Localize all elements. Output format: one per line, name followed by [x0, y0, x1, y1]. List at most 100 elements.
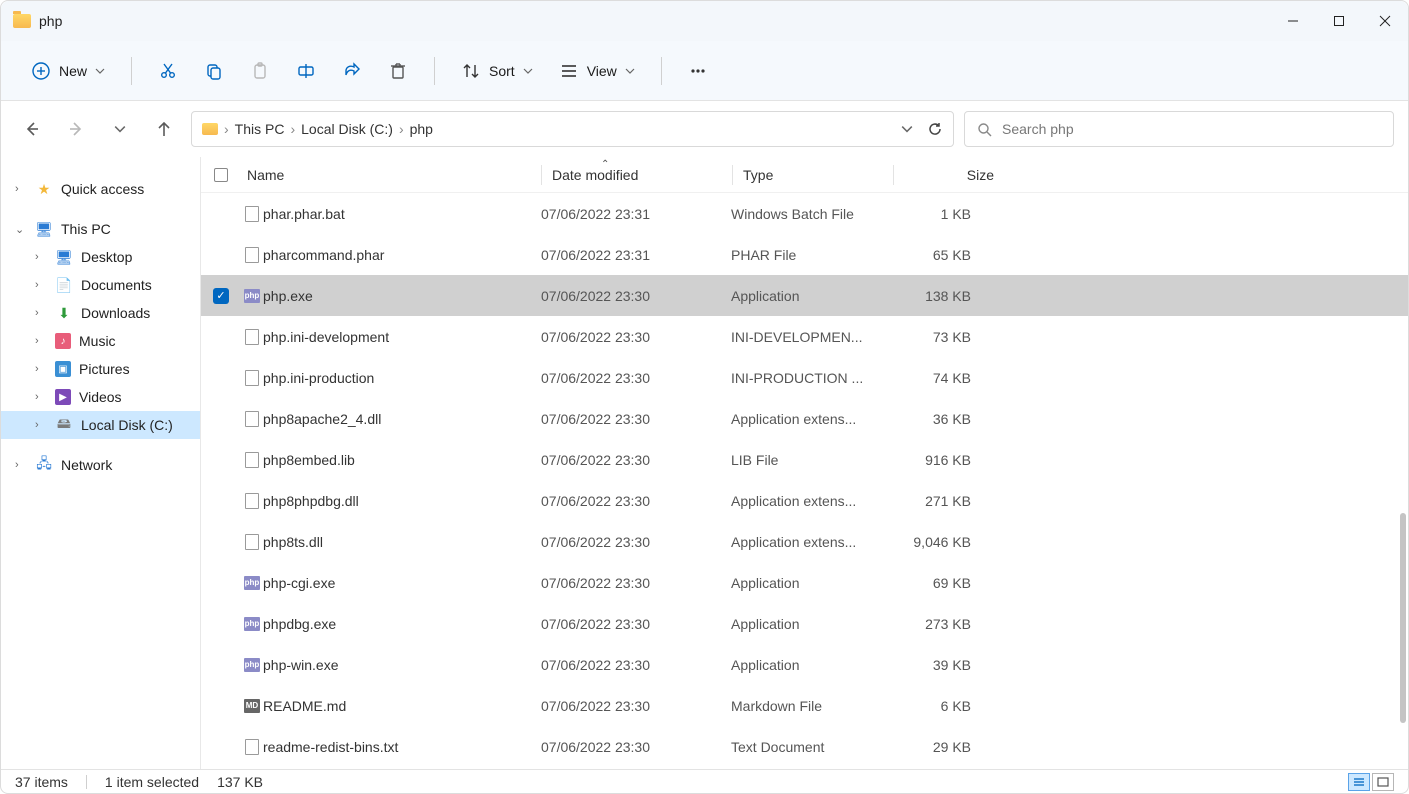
file-date: 07/06/2022 23:31	[541, 206, 731, 222]
file-row[interactable]: ✓php8phpdbg.dll07/06/2022 23:30Applicati…	[201, 480, 1408, 521]
file-row[interactable]: ✓pharcommand.phar07/06/2022 23:31PHAR Fi…	[201, 234, 1408, 275]
document-icon	[245, 493, 259, 509]
file-type: Application extens...	[731, 411, 891, 427]
file-date: 07/06/2022 23:30	[541, 534, 731, 550]
file-rows: ✓phar.phar.bat07/06/2022 23:31Windows Ba…	[201, 193, 1408, 769]
file-row[interactable]: ✓php8apache2_4.dll07/06/2022 23:30Applic…	[201, 398, 1408, 439]
file-date: 07/06/2022 23:30	[541, 657, 731, 673]
paste-button[interactable]	[240, 55, 280, 87]
chevron-right-icon: ›	[399, 121, 404, 137]
breadcrumb-drive[interactable]: Local Disk (C:)	[301, 121, 393, 137]
search-box[interactable]: Search php	[964, 111, 1394, 147]
file-name: phpdbg.exe	[263, 616, 541, 632]
breadcrumb-folder[interactable]: php	[410, 121, 433, 137]
file-name: php.ini-development	[263, 329, 541, 345]
sidebar-pictures[interactable]: › ▣ Pictures	[1, 355, 200, 383]
chevron-right-icon: ›	[290, 121, 295, 137]
maximize-button[interactable]	[1316, 1, 1362, 41]
row-checkbox[interactable]: ✓	[201, 288, 241, 304]
sidebar-documents[interactable]: › 📄 Documents	[1, 271, 200, 299]
file-row[interactable]: ✓phar.phar.bat07/06/2022 23:31Windows Ba…	[201, 193, 1408, 234]
sidebar-music[interactable]: › ♪ Music	[1, 327, 200, 355]
document-icon	[245, 411, 259, 427]
new-button[interactable]: New	[21, 55, 115, 87]
document-icon	[245, 329, 259, 345]
paste-icon	[250, 61, 270, 81]
sidebar-videos[interactable]: › ▶ Videos	[1, 383, 200, 411]
scrollbar-thumb[interactable]	[1400, 513, 1406, 723]
chevron-right-icon: ›	[224, 121, 229, 137]
body: › ★ Quick access ⌄ 🖥 This PC › 🖥 Desktop…	[1, 157, 1408, 769]
sort-icon	[461, 61, 481, 81]
column-header-name[interactable]: Name	[241, 167, 541, 183]
sidebar-downloads[interactable]: › ⬇ Downloads	[1, 299, 200, 327]
file-size: 69 KB	[891, 575, 981, 591]
file-row[interactable]: ✓php8ts.dll07/06/2022 23:30Application e…	[201, 521, 1408, 562]
sidebar-quick-access[interactable]: › ★ Quick access	[1, 175, 200, 203]
document-icon	[245, 452, 259, 468]
address-bar[interactable]: › This PC › Local Disk (C:) › php	[191, 111, 954, 147]
delete-button[interactable]	[378, 55, 418, 87]
details-view-button[interactable]	[1348, 773, 1370, 791]
rename-button[interactable]	[286, 55, 326, 87]
close-button[interactable]	[1362, 1, 1408, 41]
sidebar-network[interactable]: › 🖧 Network	[1, 451, 200, 479]
status-total-items: 37 items	[15, 774, 68, 790]
disk-icon: 🖴	[55, 417, 73, 433]
file-name: pharcommand.phar	[263, 247, 541, 263]
ellipsis-icon	[688, 61, 708, 81]
file-name: php-cgi.exe	[263, 575, 541, 591]
document-icon	[245, 247, 259, 263]
file-date: 07/06/2022 23:31	[541, 247, 731, 263]
file-type: PHAR File	[731, 247, 891, 263]
file-row[interactable]: ✓phpphpdbg.exe07/06/2022 23:30Applicatio…	[201, 603, 1408, 644]
column-header-checkbox[interactable]	[201, 168, 241, 182]
column-header-type[interactable]: Type	[743, 167, 893, 183]
file-row[interactable]: ✓readme-redist-bins.txt07/06/2022 23:30T…	[201, 726, 1408, 767]
trash-icon	[388, 61, 408, 81]
chevron-down-icon	[523, 66, 533, 76]
file-size: 39 KB	[891, 657, 981, 673]
share-button[interactable]	[332, 55, 372, 87]
file-size: 916 KB	[891, 452, 981, 468]
file-name: php8ts.dll	[263, 534, 541, 550]
application-icon: php	[244, 576, 260, 590]
file-row[interactable]: ✓phpphp.exe07/06/2022 23:30Application13…	[201, 275, 1408, 316]
more-button[interactable]	[678, 55, 718, 87]
file-row[interactable]: ✓phpphp-cgi.exe07/06/2022 23:30Applicati…	[201, 562, 1408, 603]
sort-button[interactable]: Sort	[451, 55, 543, 87]
file-row[interactable]: ✓php.ini-production07/06/2022 23:30INI-P…	[201, 357, 1408, 398]
file-row[interactable]: ✓phpphp-win.exe07/06/2022 23:30Applicati…	[201, 644, 1408, 685]
file-row[interactable]: ✓MDREADME.md07/06/2022 23:30Markdown Fil…	[201, 685, 1408, 726]
file-row[interactable]: ✓php8embed.lib07/06/2022 23:30LIB File91…	[201, 439, 1408, 480]
view-list-icon	[559, 61, 579, 81]
file-name: php8phpdbg.dll	[263, 493, 541, 509]
thumbnails-view-button[interactable]	[1372, 773, 1394, 791]
minimize-button[interactable]	[1270, 1, 1316, 41]
back-button[interactable]	[15, 112, 49, 146]
search-icon	[977, 122, 992, 137]
statusbar: 37 items 1 item selected 137 KB	[1, 769, 1408, 793]
view-button[interactable]: View	[549, 55, 645, 87]
sort-indicator-icon: ⌃	[601, 159, 609, 170]
refresh-icon[interactable]	[927, 121, 943, 137]
chevron-down-icon: ⌄	[15, 223, 27, 236]
file-type: INI-DEVELOPMEN...	[731, 329, 891, 345]
document-icon	[245, 534, 259, 550]
column-header-date[interactable]: Date modified	[552, 167, 732, 183]
sidebar-desktop[interactable]: › 🖥 Desktop	[1, 243, 200, 271]
status-selected-size: 137 KB	[217, 774, 263, 790]
file-type: LIB File	[731, 452, 891, 468]
file-name: php.exe	[263, 288, 541, 304]
breadcrumb-this-pc[interactable]: This PC	[235, 121, 285, 137]
cut-button[interactable]	[148, 55, 188, 87]
sidebar-this-pc[interactable]: ⌄ 🖥 This PC	[1, 215, 200, 243]
file-row[interactable]: ✓php.ini-development07/06/2022 23:30INI-…	[201, 316, 1408, 357]
copy-button[interactable]	[194, 55, 234, 87]
column-header-size[interactable]: Size	[904, 167, 1004, 183]
forward-button[interactable]	[59, 112, 93, 146]
up-button[interactable]	[147, 112, 181, 146]
chevron-down-icon[interactable]	[901, 123, 913, 135]
sidebar-local-disk[interactable]: › 🖴 Local Disk (C:)	[1, 411, 200, 439]
recent-dropdown[interactable]	[103, 112, 137, 146]
